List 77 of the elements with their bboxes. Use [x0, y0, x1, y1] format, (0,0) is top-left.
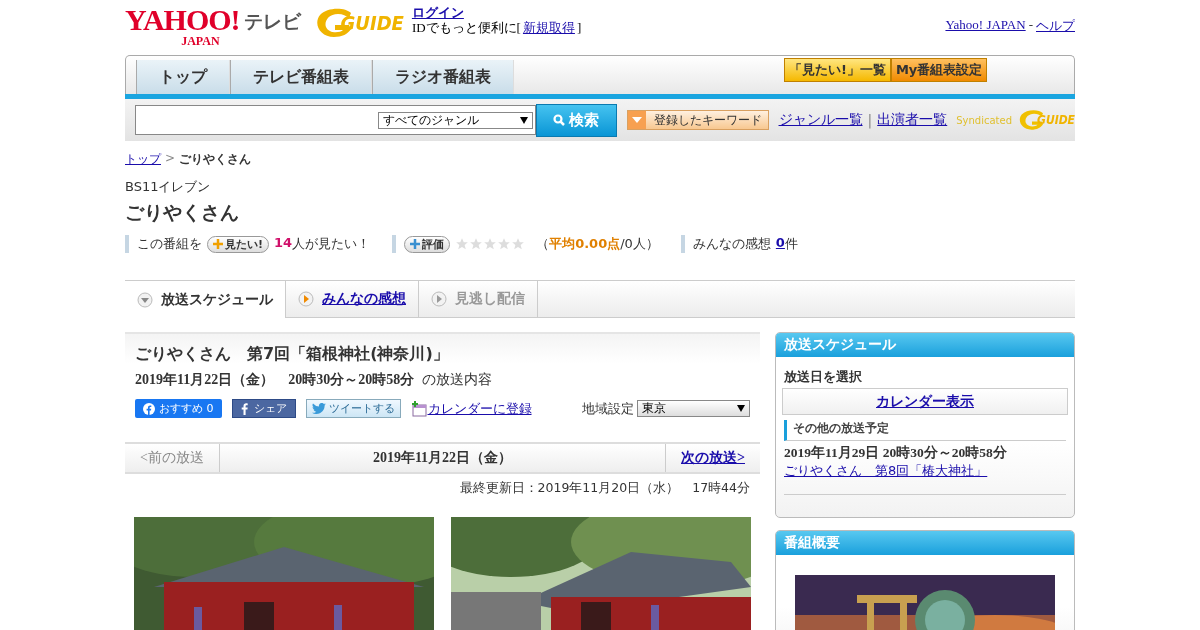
- divider-text: |: [867, 112, 873, 128]
- schedule-datetime: 2019年11月29日 20時30分～20時58分: [784, 444, 1008, 462]
- rater-count: /0人）: [620, 235, 659, 253]
- share-button[interactable]: シェア: [231, 399, 296, 418]
- review-count-link[interactable]: 0: [775, 235, 785, 253]
- bracket-text: ]: [576, 20, 582, 35]
- bird-icon: [311, 403, 326, 414]
- reviews-label: みんなの感想: [692, 235, 771, 253]
- help-link[interactable]: ヘルプ: [1036, 17, 1075, 35]
- search-icon: [553, 114, 566, 126]
- calendar-add-icon: [410, 400, 427, 417]
- rate-button[interactable]: 評価: [404, 235, 451, 253]
- breadcrumb-current: ごりやくさん: [179, 151, 252, 168]
- signup-link[interactable]: 新規取得: [522, 20, 575, 35]
- episode-datetime: 2019年11月22日（金） 20時30分～20時58分: [135, 371, 415, 389]
- yahoo-logo-sub: JAPAN: [181, 35, 220, 47]
- nav-button[interactable]: 「見たい!」一覧: [784, 58, 891, 82]
- select-date-label: 放送日を選択: [784, 368, 863, 386]
- schedule-episode-link[interactable]: ごりやくさん 第8回「椿大神社」: [784, 463, 988, 478]
- plus-icon: [410, 239, 421, 249]
- nav-tab[interactable]: ラジオ番組表: [372, 60, 514, 94]
- search-field[interactable]: すべてのジャンル: [135, 105, 536, 135]
- average-score: 平均0.00点: [549, 235, 621, 253]
- play-icon: [298, 291, 314, 307]
- star-icon: [511, 237, 526, 251]
- login-note: IDでもっと便利に[: [411, 20, 521, 35]
- content-tab[interactable]: 放送スケジュール: [125, 281, 286, 318]
- yahoo-japan-link[interactable]: Yahoo! JAPAN: [945, 17, 1026, 35]
- episode-title: ごりやくさん 第7回「箱根神社(神奈川)」: [135, 344, 450, 365]
- genre-list-link[interactable]: ジャンル一覧: [778, 111, 863, 129]
- episode-datetime-suffix: の放送内容: [422, 371, 493, 389]
- review-unit: 件: [784, 235, 798, 253]
- channel-name: BS11イレブン: [125, 178, 212, 196]
- paren-text: （: [536, 235, 550, 253]
- other-schedule-heading: その他の放送予定: [784, 420, 1066, 441]
- want-count: 14: [274, 235, 293, 252]
- want-suffix: 人が見たい！: [292, 235, 371, 253]
- calendar-view-button[interactable]: カレンダー表示: [782, 388, 1068, 415]
- keyword-button[interactable]: 登録したキーワード: [626, 110, 769, 130]
- plus-icon: [213, 239, 223, 249]
- want-button[interactable]: 見たい!: [207, 235, 270, 253]
- region-label: 地域設定: [582, 399, 634, 418]
- breadcrumb-link[interactable]: トップ: [125, 151, 161, 168]
- want-label: この番組を: [137, 235, 202, 253]
- panel-heading: 番組概要: [776, 531, 1074, 555]
- dropdown-arrow-icon: [737, 405, 745, 412]
- nav-button[interactable]: My番組表設定: [890, 58, 988, 82]
- star-icon: [469, 237, 484, 251]
- nav-tab[interactable]: トップ: [136, 60, 230, 94]
- panel-heading: 放送スケジュール: [776, 333, 1074, 357]
- nav-tab[interactable]: テレビ番組表: [230, 60, 372, 94]
- next-link[interactable]: 次の放送>: [666, 444, 760, 472]
- cast-list-link[interactable]: 出演者一覧: [877, 111, 948, 129]
- previous-link[interactable]: <前の放送: [125, 444, 219, 472]
- separator-text: -: [1028, 17, 1033, 34]
- program-title: ごりやくさん: [125, 200, 240, 225]
- g-guide-logo: GUIDE: [1037, 113, 1075, 127]
- yahoo-logo[interactable]: YAHOO!: [125, 5, 240, 35]
- syndicated-label: Syndicated: [956, 114, 1012, 126]
- calendar-link[interactable]: カレンダーに登録: [427, 399, 532, 418]
- dropdown-arrow-icon: [519, 116, 528, 124]
- genre-select[interactable]: すべてのジャンル: [377, 111, 533, 129]
- star-icon: [483, 237, 498, 251]
- region-select[interactable]: 東京: [637, 400, 750, 417]
- facebook-icon: [240, 402, 248, 415]
- star-icon: [497, 237, 512, 251]
- login-link[interactable]: ログイン: [411, 5, 582, 20]
- breadcrumb-separator: >: [165, 151, 176, 167]
- service-name: テレビ: [243, 9, 301, 34]
- pager-date: 2019年11月22日（金）: [219, 444, 666, 472]
- facebook-icon: [143, 402, 155, 415]
- star-icon: [455, 237, 470, 251]
- tweet-button[interactable]: ツイートする: [305, 399, 401, 418]
- recommend-button[interactable]: おすすめ 0: [135, 399, 222, 418]
- play-icon: [431, 291, 447, 307]
- last-updated: 最終更新日：2019年11月20日（水） 17時44分: [458, 480, 751, 497]
- content-tab[interactable]: みんなの感想: [286, 281, 419, 317]
